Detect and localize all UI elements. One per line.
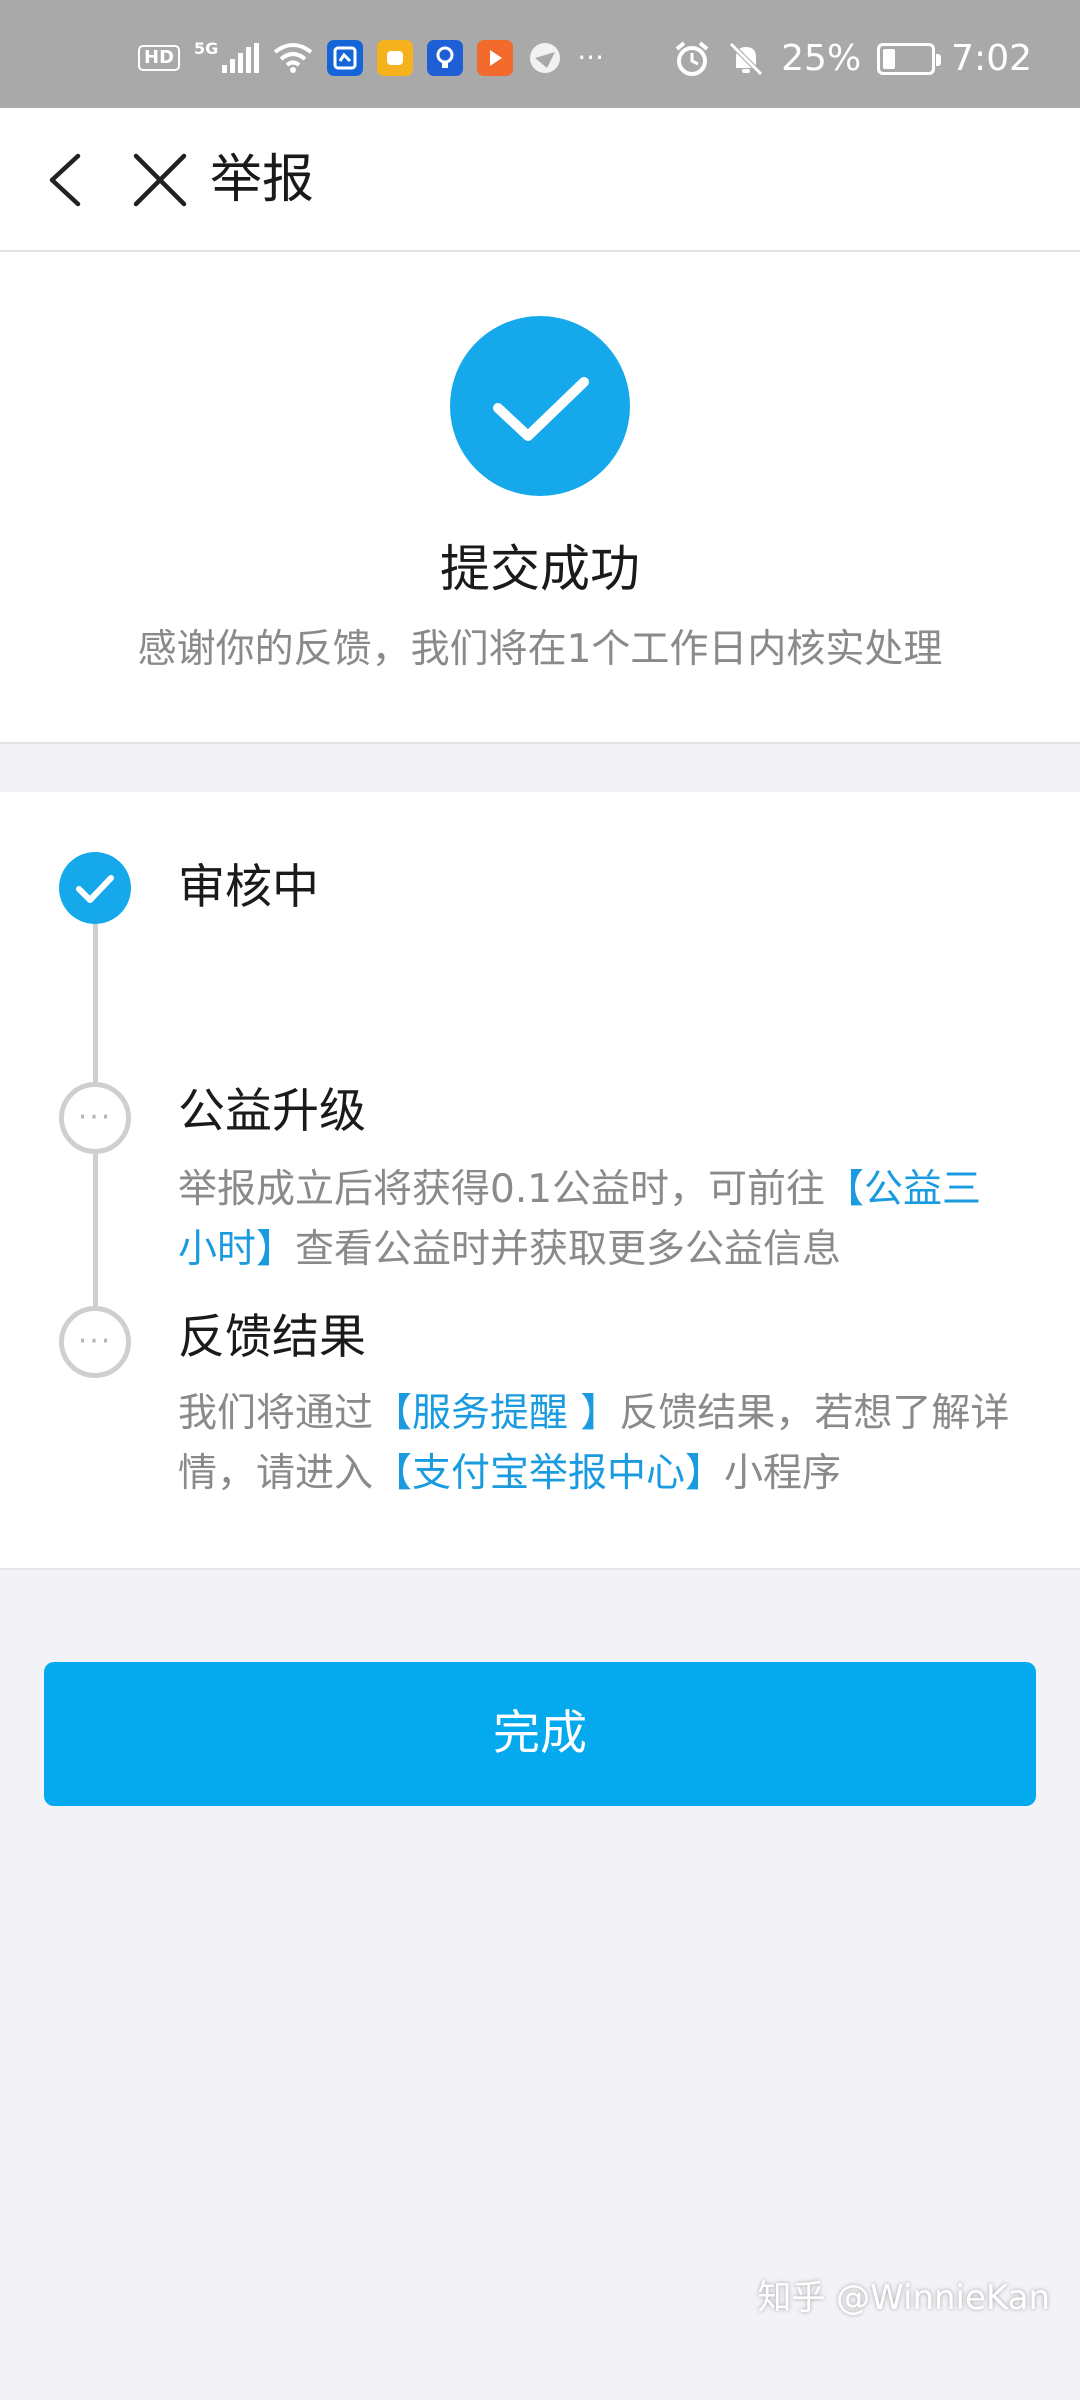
alarm-icon <box>675 40 709 76</box>
report-center-link[interactable]: 【支付宝举报中心】 <box>373 1451 724 1496</box>
status-left-icons: HD 5G ··· <box>138 38 604 76</box>
watermark: 知乎 @WinnieKan <box>757 2278 1050 2318</box>
checkmark-icon <box>493 377 589 441</box>
service-reminder-link[interactable]: 【服务提醒 】 <box>373 1391 619 1436</box>
step-title-feedback: 反馈结果 <box>178 1310 366 1365</box>
timeline-connector <box>93 1154 98 1312</box>
step-desc-text: 小程序 <box>724 1451 842 1496</box>
status-right-icons: 25% 7:02 <box>673 38 1032 79</box>
step-title-reviewing: 审核中 <box>178 860 319 915</box>
step-title-charity: 公益升级 <box>178 1084 366 1139</box>
success-subtitle: 感谢你的反馈，我们将在1个工作日内核实处理 <box>137 627 943 672</box>
nav-bar: 举报 <box>0 108 1080 252</box>
app-notification-icon <box>327 40 364 76</box>
video-app-icon <box>477 40 514 76</box>
lightbulb-app-icon <box>427 40 464 76</box>
close-button[interactable] <box>130 150 190 210</box>
battery-icon <box>877 42 942 75</box>
battery-percent: 25% <box>781 38 862 79</box>
hd-indicator: HD <box>138 45 181 71</box>
status-bar: HD 5G ··· 25% 7:02 <box>0 0 1080 108</box>
chevron-left-icon <box>49 153 81 207</box>
step-complete-icon <box>59 852 131 924</box>
success-title: 提交成功 <box>440 540 640 598</box>
timeline-connector <box>93 924 98 1082</box>
step-desc-feedback: 我们将通过【服务提醒 】反馈结果，若想了解详情，请进入【支付宝举报中心】小程序 <box>178 1384 1018 1504</box>
step-desc-text: 查看公益时并获取更多公益信息 <box>295 1227 842 1272</box>
more-notifications-icon: ··· <box>577 41 604 74</box>
step-pending-icon: ··· <box>59 1306 131 1378</box>
signal-icon <box>222 43 260 73</box>
page-title: 举报 <box>210 150 315 210</box>
status-time: 7:02 <box>951 38 1032 79</box>
step-desc-charity: 举报成立后将获得0.1公益时，可前往【公益三小时】查看公益时并获取更多公益信息 <box>178 1160 1018 1280</box>
close-icon <box>133 153 187 207</box>
step-desc-text: 我们将通过 <box>178 1391 374 1436</box>
success-check-icon <box>450 316 630 496</box>
app-notification-icon <box>377 40 414 76</box>
step-pending-icon: ··· <box>59 1082 131 1154</box>
network-type: 5G <box>194 38 219 58</box>
done-button[interactable]: 完成 <box>44 1662 1036 1806</box>
step-desc-text: 举报成立后将获得0.1公益时，可前往 <box>178 1167 826 1212</box>
wifi-icon <box>274 43 313 73</box>
success-section: 提交成功 感谢你的反馈，我们将在1个工作日内核实处理 <box>0 252 1080 744</box>
browser-app-icon <box>530 43 561 73</box>
checkmark-icon <box>76 875 114 903</box>
mute-icon <box>729 41 763 76</box>
progress-timeline: 审核中 ··· 公益升级 举报成立后将获得0.1公益时，可前往【公益三小时】查看… <box>0 792 1080 1570</box>
back-button[interactable] <box>40 150 100 210</box>
